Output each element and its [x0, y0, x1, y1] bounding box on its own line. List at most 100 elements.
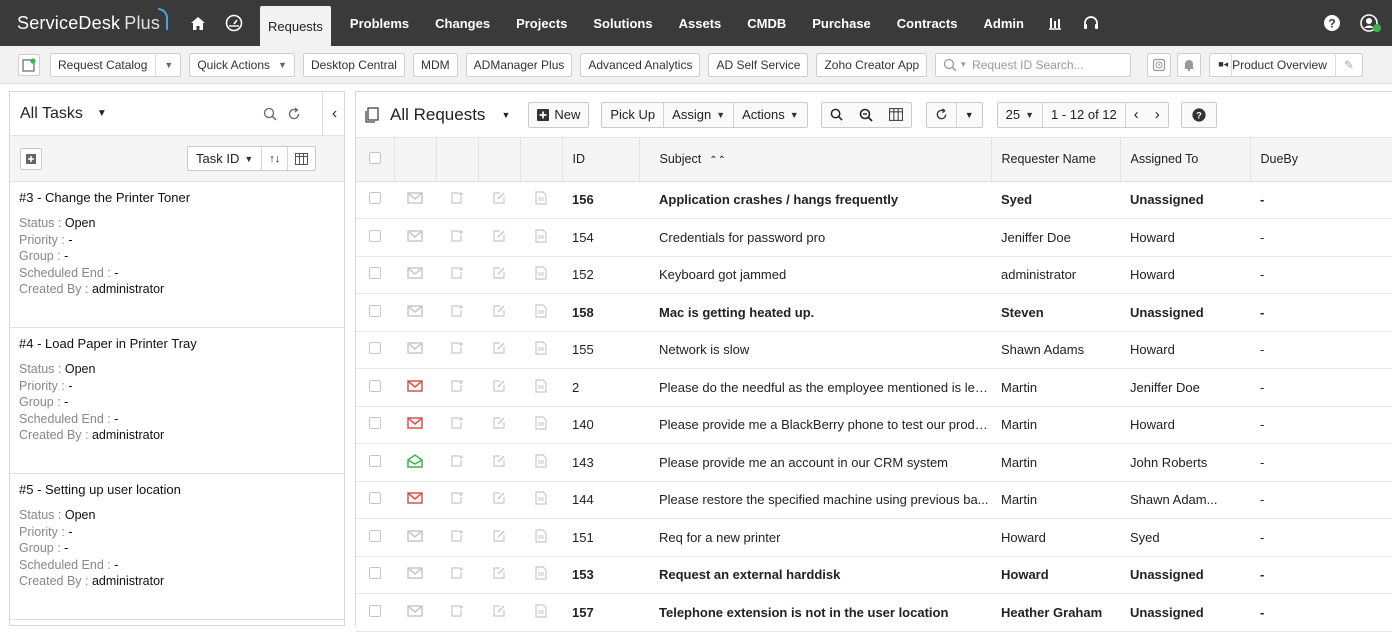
notes-icon[interactable] — [520, 293, 562, 332]
cell-subject[interactable]: Credentials for password pro — [639, 218, 991, 257]
column-header-assigned-to[interactable]: Assigned To — [1120, 138, 1251, 182]
column-header-requester[interactable]: Requester Name — [991, 138, 1121, 182]
row-checkbox[interactable] — [356, 331, 394, 369]
add-task-icon[interactable] — [436, 518, 478, 557]
task-card[interactable]: #5 - Setting up user location Status : Op… — [10, 474, 344, 620]
edit-icon[interactable] — [478, 593, 520, 632]
cell-id[interactable]: 154 — [562, 218, 639, 257]
task-title[interactable]: #4 - Load Paper in Printer Tray — [19, 336, 335, 351]
mail-icon[interactable] — [394, 331, 436, 369]
next-page-icon[interactable]: › — [1147, 103, 1168, 127]
product-overview-button[interactable]: ■◂ Product Overview ✎ — [1209, 52, 1363, 77]
actions-button[interactable]: Actions ▼ — [733, 102, 807, 127]
mail-icon[interactable] — [394, 218, 436, 257]
notes-icon[interactable] — [520, 331, 562, 369]
task-sort-dropdown[interactable]: Task ID ▼ — [188, 147, 261, 170]
select-all-checkbox[interactable] — [356, 138, 395, 182]
table-row[interactable]: 155 Network is slow Shawn Adams Howard - — [356, 331, 1392, 369]
tab-admin[interactable]: Admin — [970, 0, 1036, 46]
notes-icon[interactable] — [520, 443, 562, 482]
table-row[interactable]: 153 Request an external harddisk Howard Una… — [356, 556, 1392, 594]
cell-id[interactable]: 158 — [562, 293, 639, 332]
task-card[interactable]: #3 - Change the Printer Toner Status : Op… — [10, 182, 344, 328]
edit-icon[interactable] — [478, 556, 520, 594]
add-task-icon[interactable] — [436, 181, 478, 219]
edit-icon[interactable] — [478, 481, 520, 519]
table-row[interactable]: 158 Mac is getting heated up. Steven Unassi… — [356, 293, 1392, 332]
add-task-icon[interactable] — [436, 293, 478, 332]
table-row[interactable]: 143 Please provide me an account in our C… — [356, 443, 1392, 482]
help-button[interactable]: ? — [1180, 101, 1217, 128]
refresh-icon[interactable] — [287, 107, 301, 121]
row-checkbox[interactable] — [356, 406, 394, 444]
quick-actions-button[interactable]: Quick Actions ▼ — [189, 52, 295, 77]
row-checkbox[interactable] — [356, 218, 394, 257]
edit-icon[interactable] — [478, 331, 520, 369]
edit-icon[interactable] — [478, 406, 520, 444]
table-row[interactable]: 154 Credentials for password pro Jeniffer … — [356, 218, 1392, 257]
row-checkbox[interactable] — [356, 593, 394, 632]
row-checkbox[interactable] — [356, 481, 394, 519]
chevron-down-icon[interactable]: ▼ — [955, 102, 982, 127]
cell-subject[interactable]: Please do the needful as the employee me… — [639, 368, 991, 407]
edit-icon[interactable] — [478, 518, 520, 557]
edit-icon[interactable] — [478, 293, 520, 332]
search-icon[interactable] — [822, 103, 851, 127]
cell-id[interactable]: 153 — [562, 556, 639, 594]
request-id-search-input[interactable]: ▼ Request ID Search... — [935, 52, 1132, 77]
headset-icon[interactable] — [1073, 0, 1109, 46]
row-checkbox[interactable] — [356, 181, 394, 219]
cell-subject[interactable]: Telephone extension is not in the user l… — [639, 593, 991, 632]
tab-purchase[interactable]: Purchase — [799, 0, 884, 46]
edit-icon[interactable] — [478, 368, 520, 407]
search-icon[interactable] — [263, 107, 277, 121]
mail-icon[interactable] — [394, 556, 436, 594]
add-task-button[interactable] — [20, 147, 42, 170]
task-card[interactable]: #4 - Load Paper in Printer Tray Status : … — [10, 328, 344, 474]
edit-icon[interactable] — [478, 218, 520, 257]
table-row[interactable]: 151 Req for a new printer Howard Syed - — [356, 518, 1392, 557]
link-desktop-central[interactable]: Desktop Central — [302, 52, 405, 77]
cell-subject[interactable]: Keyboard got jammed — [639, 256, 991, 294]
notes-icon[interactable] — [520, 368, 562, 407]
cell-id[interactable]: 140 — [562, 406, 639, 444]
collapse-panel-icon[interactable]: ‹ — [322, 92, 344, 136]
pick-up-button[interactable]: Pick Up — [602, 103, 663, 127]
search-type-dropdown-icon[interactable]: ▼ — [959, 60, 967, 69]
unread-mail-icon[interactable] — [394, 368, 436, 407]
pin-icon[interactable]: ✎ — [1334, 53, 1362, 76]
user-profile-icon[interactable] — [1350, 0, 1392, 46]
cell-id[interactable]: 157 — [562, 593, 639, 632]
chevron-down-icon[interactable]: ▼ — [501, 110, 510, 120]
notes-icon[interactable] — [520, 218, 562, 257]
link-zoho-creator-app[interactable]: Zoho Creator App — [816, 52, 928, 77]
tab-solutions[interactable]: Solutions — [580, 0, 665, 46]
advanced-search-icon[interactable] — [851, 103, 881, 127]
link-ad-self-service[interactable]: AD Self Service — [708, 52, 809, 77]
previous-page-icon[interactable]: ‹ — [1124, 102, 1147, 127]
dashboard-icon[interactable] — [216, 0, 252, 46]
table-row[interactable]: 140 Please provide me a BlackBerry phone … — [356, 406, 1392, 444]
mail-icon[interactable] — [394, 518, 436, 557]
cell-subject[interactable]: Network is slow — [639, 331, 991, 369]
cell-id[interactable]: 156 — [562, 181, 639, 219]
mail-icon[interactable] — [394, 256, 436, 294]
add-task-icon[interactable] — [436, 331, 478, 369]
refresh-icon[interactable] — [927, 103, 956, 127]
link-admanager-plus[interactable]: ADManager Plus — [465, 52, 573, 77]
edit-icon[interactable] — [478, 256, 520, 294]
cell-subject[interactable]: Please restore the specified machine usi… — [639, 481, 991, 519]
table-row[interactable]: 2 Please do the needful as the employee m… — [356, 368, 1392, 407]
notes-icon[interactable] — [520, 481, 562, 519]
link-mdm[interactable]: MDM — [412, 52, 458, 77]
request-catalog-button[interactable]: Request Catalog ▼ — [50, 52, 182, 77]
task-title[interactable]: #5 - Setting up user location — [19, 482, 335, 497]
notifications-icon[interactable] — [1177, 52, 1202, 77]
add-task-icon[interactable] — [436, 406, 478, 444]
task-title[interactable]: #3 - Change the Printer Toner — [19, 190, 335, 205]
help-icon[interactable]: ? — [1314, 0, 1350, 46]
reminders-icon[interactable] — [1147, 52, 1172, 77]
row-checkbox[interactable] — [356, 293, 394, 332]
notes-icon[interactable] — [520, 181, 562, 219]
cell-subject[interactable]: Mac is getting heated up. — [639, 293, 991, 332]
